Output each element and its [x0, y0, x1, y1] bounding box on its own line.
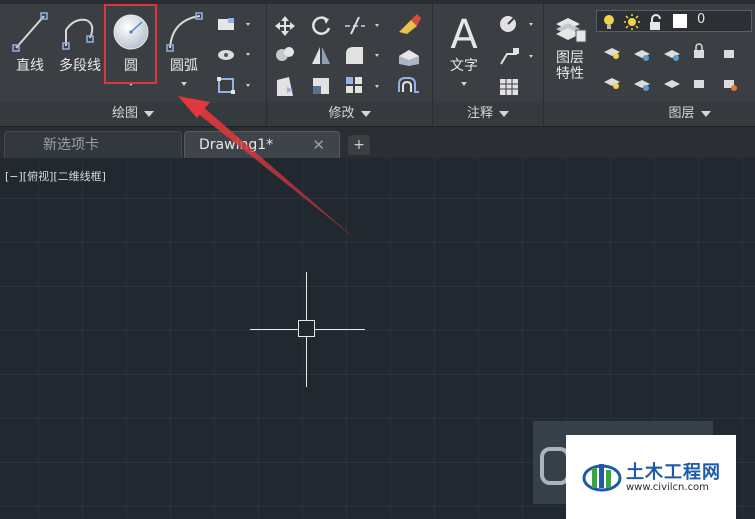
rotate-icon[interactable]	[309, 14, 333, 36]
fillet-icon[interactable]	[343, 44, 383, 66]
tab-label: Drawing1*	[199, 137, 274, 153]
lightbulb-icon	[604, 15, 614, 29]
line-icon	[12, 12, 48, 52]
arc-icon	[166, 12, 203, 52]
tab-new-tab[interactable]: 新选项卡	[4, 131, 182, 158]
annotation-panel-title-label: 注释	[466, 106, 493, 121]
arc-dropdown-icon[interactable]	[181, 82, 187, 86]
stretch-icon[interactable]	[273, 74, 297, 98]
viewport-controls-label[interactable]: [−][俯视][二维线框]	[5, 168, 106, 184]
polyline-button[interactable]: 多段线	[54, 10, 106, 74]
tab-drawing1[interactable]: Drawing1* ✕	[184, 131, 340, 158]
annotation-panel-title[interactable]: 注释	[433, 103, 544, 125]
polyline-label: 多段线	[59, 58, 101, 74]
copy-icon[interactable]	[273, 44, 297, 66]
trim-icon[interactable]	[343, 14, 383, 36]
chevron-down-icon	[499, 110, 509, 117]
draw-panel-title-label: 绘图	[111, 106, 138, 121]
annotation-panel: A 文字	[433, 4, 544, 103]
watermark-url: www.civilcn.com	[626, 482, 709, 493]
text-dropdown-icon[interactable]	[461, 82, 467, 86]
add-tab-button[interactable]: +	[348, 135, 370, 155]
layer-properties-label-line1: 图层	[556, 50, 584, 66]
polyline-icon	[62, 18, 94, 50]
mirror-icon[interactable]	[309, 44, 333, 66]
file-tab-bar: 新选项卡 Drawing1* ✕ +	[0, 127, 755, 158]
modify-panel-title[interactable]: 修改	[267, 103, 433, 125]
layer-panel-title-label: 图层	[668, 106, 695, 121]
civilcn-logo-icon	[582, 464, 622, 492]
chevron-down-icon	[700, 110, 711, 117]
scale-icon[interactable]	[309, 74, 333, 98]
modify-panel	[267, 4, 433, 103]
dimension-icon[interactable]	[497, 12, 539, 36]
layer-properties-button[interactable]: 图层 特性	[548, 10, 592, 82]
line-label: 直线	[16, 58, 44, 74]
layer-panel-title[interactable]: 图层	[544, 103, 755, 125]
unlock-icon	[650, 14, 661, 30]
arc-button[interactable]: 圆弧	[160, 10, 208, 90]
text-label: 文字	[450, 58, 478, 74]
crosshair-pickbox	[298, 320, 315, 337]
boundary-icon[interactable]	[216, 76, 256, 96]
close-icon[interactable]: ✕	[312, 132, 325, 159]
layer-panel: 图层 特性 0	[544, 4, 755, 103]
modify-panel-title-label: 修改	[328, 106, 355, 121]
layer-tools-icons[interactable]	[598, 42, 748, 104]
svg-text:A: A	[450, 12, 478, 54]
text-icon: A	[450, 12, 478, 58]
hatch-icon[interactable]	[216, 46, 256, 64]
explode-icon[interactable]	[395, 44, 423, 68]
erase-icon[interactable]	[395, 12, 423, 36]
chevron-down-icon	[144, 110, 154, 117]
line-button[interactable]: 直线	[6, 10, 54, 74]
draw-panel-title[interactable]: 绘图	[0, 103, 267, 125]
leader-icon[interactable]	[497, 44, 539, 68]
layer-color-swatch	[673, 14, 687, 28]
circle-button-highlight	[104, 4, 157, 84]
rectangle-icon[interactable]	[216, 16, 256, 34]
array-icon[interactable]	[343, 74, 383, 98]
tab-label: 新选项卡	[43, 137, 99, 153]
layer-properties-label-line2: 特性	[556, 66, 584, 82]
layer-properties-icon	[556, 18, 587, 43]
move-icon[interactable]	[273, 14, 297, 36]
offset-icon[interactable]	[395, 74, 423, 98]
arc-label: 圆弧	[170, 58, 198, 74]
current-layer-name: 0	[697, 12, 706, 27]
watermark-brand: 土木工程网	[626, 462, 721, 483]
sun-icon	[624, 14, 640, 30]
layer-dropdown[interactable]: 0	[596, 10, 752, 32]
text-button[interactable]: A 文字	[439, 10, 489, 90]
table-icon[interactable]	[497, 76, 521, 98]
chevron-down-icon	[360, 110, 371, 117]
